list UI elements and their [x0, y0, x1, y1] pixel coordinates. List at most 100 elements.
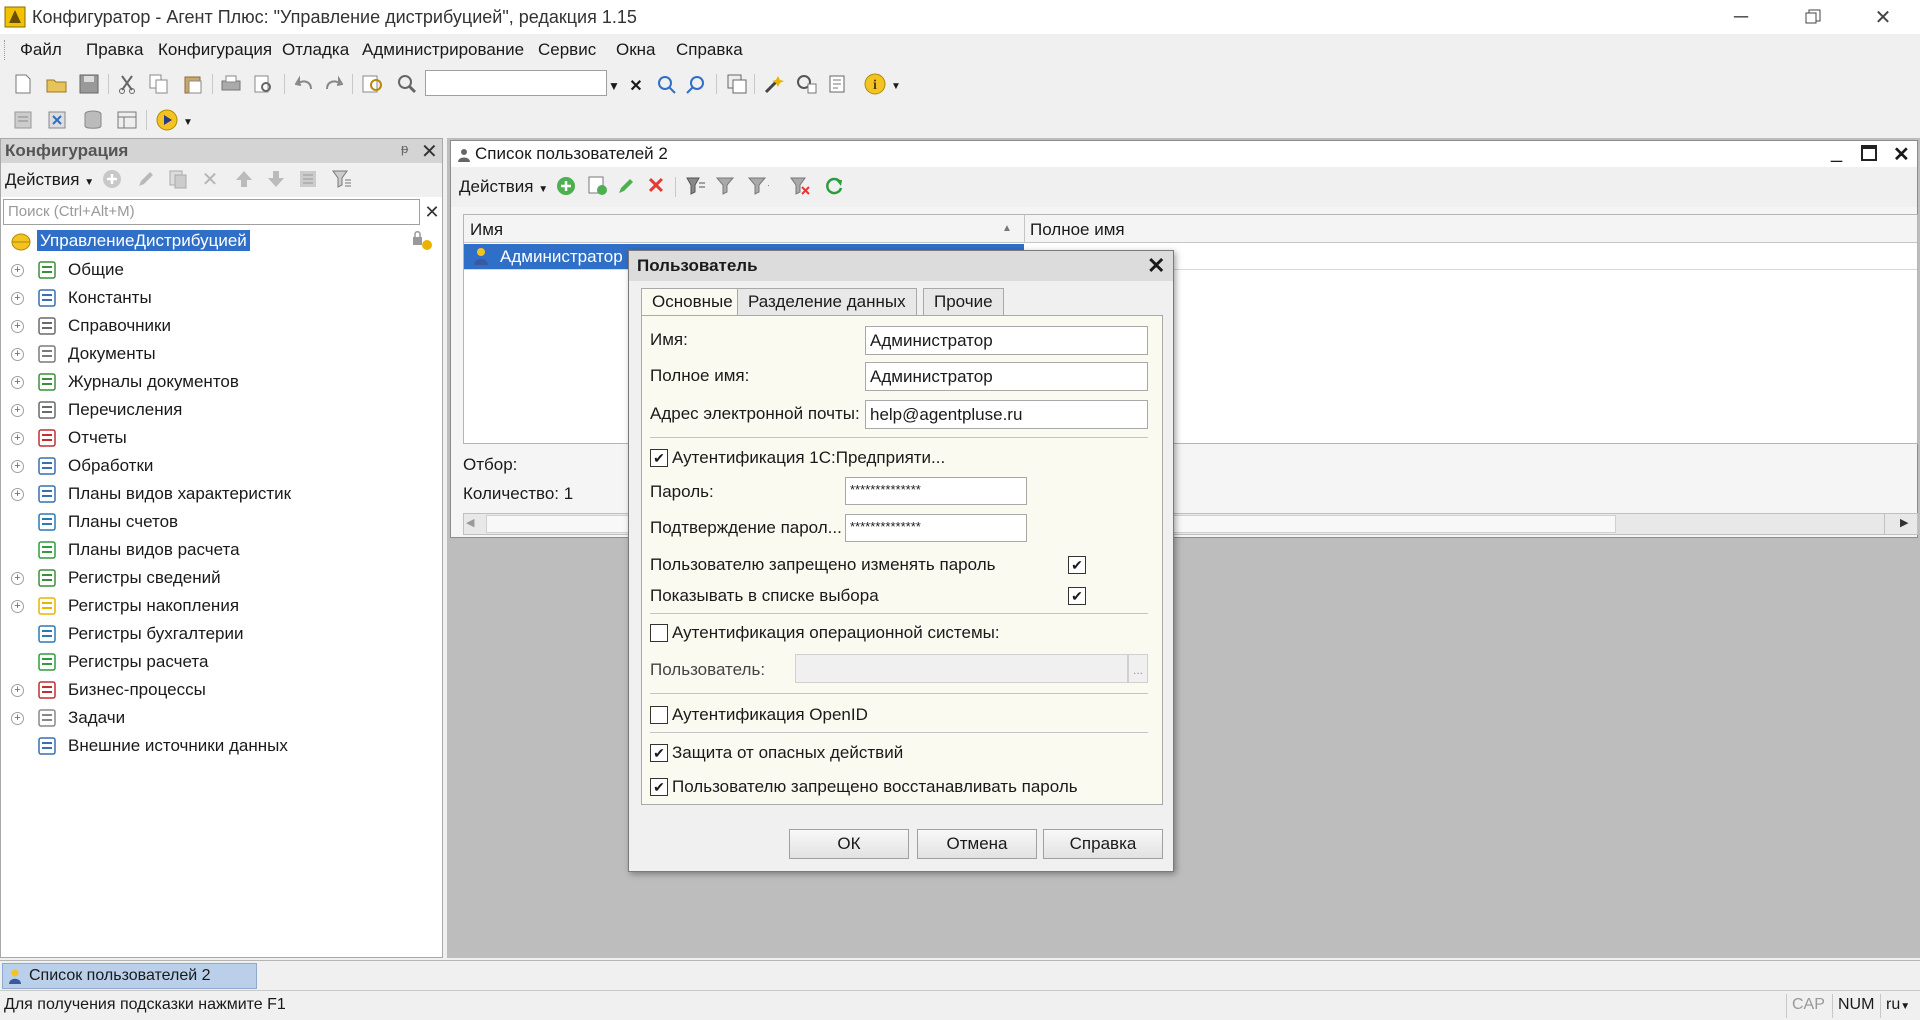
confirm-password-field[interactable]: **************: [845, 514, 1027, 542]
tree-item[interactable]: + Перечисления: [1, 396, 441, 424]
tab-main[interactable]: Основные: [641, 288, 744, 318]
close-window-button[interactable]: ✕: [1852, 0, 1914, 34]
sort-icon[interactable]: [297, 168, 319, 190]
compare-icon[interactable]: [46, 109, 68, 131]
expand-icon[interactable]: +: [11, 348, 24, 361]
menu-windows[interactable]: Окна: [616, 40, 656, 60]
list-add-icon[interactable]: [555, 175, 577, 197]
no-change-password-checkbox[interactable]: ✔: [1068, 556, 1086, 574]
find-prev-icon[interactable]: [686, 73, 708, 95]
tree-item[interactable]: Регистры бухгалтерии: [1, 620, 441, 648]
scroll-left-icon[interactable]: ◀: [466, 516, 474, 529]
search-icon[interactable]: [396, 73, 418, 95]
show-in-list-checkbox[interactable]: ✔: [1068, 587, 1086, 605]
tree-search-input[interactable]: Поиск (Ctrl+Alt+M): [3, 199, 420, 225]
list-actions-menu[interactable]: Действия ▼: [459, 177, 548, 197]
auth-openid-checkbox[interactable]: [650, 706, 668, 724]
expand-icon[interactable]: +: [11, 404, 24, 417]
search-combo-input[interactable]: [425, 70, 607, 96]
add-icon[interactable]: [101, 168, 123, 190]
actions-menu[interactable]: Действия ▼: [5, 170, 94, 190]
tree-item[interactable]: + Планы видов характеристик: [1, 480, 441, 508]
tree-item[interactable]: + Справочники: [1, 312, 441, 340]
windows-icon[interactable]: [726, 73, 748, 95]
no-restore-password-checkbox[interactable]: ✔: [650, 778, 668, 796]
list-refresh-icon[interactable]: [823, 175, 845, 197]
syntax-helper-icon[interactable]: [796, 73, 818, 95]
cut-icon[interactable]: [116, 73, 138, 95]
ok-button[interactable]: ОК: [789, 829, 909, 859]
list-filter-history-icon[interactable]: [747, 175, 769, 197]
menu-service[interactable]: Сервис: [538, 40, 596, 60]
help-button[interactable]: Справка: [1043, 829, 1163, 859]
delete-icon[interactable]: ✕: [199, 168, 221, 191]
danger-protect-checkbox[interactable]: ✔: [650, 744, 668, 762]
tree-item[interactable]: Регистры расчета: [1, 648, 441, 676]
tree-item[interactable]: + Отчеты: [1, 424, 441, 452]
expand-icon[interactable]: +: [11, 432, 24, 445]
fullname-field[interactable]: Администратор: [865, 362, 1148, 391]
tree-item[interactable]: + Регистры сведений: [1, 564, 441, 592]
open-file-icon[interactable]: [46, 73, 68, 95]
list-maximize-button[interactable]: [1861, 145, 1877, 166]
new-file-icon[interactable]: [12, 73, 34, 95]
save-icon[interactable]: [78, 73, 100, 95]
column-name-header[interactable]: Имя: [470, 220, 503, 240]
copy-icon[interactable]: [148, 73, 170, 95]
tree-item[interactable]: + Документы: [1, 340, 441, 368]
os-user-field[interactable]: [795, 654, 1128, 683]
expand-icon[interactable]: +: [11, 488, 24, 501]
move-down-icon[interactable]: [265, 168, 287, 190]
language-indicator[interactable]: ru▼: [1886, 996, 1910, 1014]
expand-icon[interactable]: +: [11, 264, 24, 277]
tree-item[interactable]: + Журналы документов: [1, 368, 441, 396]
expand-icon[interactable]: +: [11, 376, 24, 389]
list-edit-icon[interactable]: [615, 175, 637, 197]
info-icon[interactable]: i: [862, 73, 888, 95]
expand-icon[interactable]: +: [11, 572, 24, 585]
print-preview-icon[interactable]: [252, 73, 274, 95]
expand-icon[interactable]: +: [11, 460, 24, 473]
cancel-button[interactable]: Отмена: [917, 829, 1037, 859]
tree-item[interactable]: Планы счетов: [1, 508, 441, 536]
tree-item[interactable]: Планы видов расчета: [1, 536, 441, 564]
list-filter-icon[interactable]: [685, 175, 707, 197]
list-filter-clear-icon[interactable]: [789, 175, 811, 197]
find-next-icon[interactable]: [656, 73, 678, 95]
undo-icon[interactable]: [294, 73, 316, 95]
taskbar-item-users[interactable]: Список пользователей 2: [2, 963, 257, 989]
pin-icon[interactable]: ᵽ: [401, 141, 408, 156]
minimize-button[interactable]: ─: [1710, 0, 1772, 34]
tree-item[interactable]: + Обработки: [1, 452, 441, 480]
list-close-button[interactable]: ✕: [1893, 142, 1910, 167]
expand-icon[interactable]: +: [11, 292, 24, 305]
os-user-browse-button[interactable]: ...: [1128, 654, 1148, 683]
column-fullname-header[interactable]: Полное имя: [1030, 220, 1125, 240]
tree-root[interactable]: УправлениеДистрибуцией: [1, 228, 441, 256]
wizard-icon[interactable]: [764, 73, 786, 95]
copy-item-icon[interactable]: [167, 168, 189, 190]
menu-help[interactable]: Справка: [676, 40, 743, 60]
tree-item[interactable]: + Общие: [1, 256, 441, 284]
expand-icon[interactable]: +: [11, 684, 24, 697]
menu-file[interactable]: Файл: [20, 40, 62, 60]
template-icon[interactable]: [826, 73, 848, 95]
module-icon[interactable]: [12, 109, 34, 131]
panel-close-icon[interactable]: ✕: [421, 139, 438, 164]
list-delete-icon[interactable]: ✕: [645, 173, 667, 198]
tree-item[interactable]: Внешние источники данных: [1, 732, 441, 760]
restore-button[interactable]: [1782, 0, 1844, 34]
email-field[interactable]: help@agentpluse.ru: [865, 400, 1148, 429]
tree-item[interactable]: + Регистры накопления: [1, 592, 441, 620]
expand-icon[interactable]: +: [11, 320, 24, 333]
search-dropdown-icon[interactable]: ▼: [604, 74, 624, 98]
paste-icon[interactable]: [182, 73, 204, 95]
database-icon[interactable]: [82, 109, 104, 131]
password-field[interactable]: **************: [845, 477, 1027, 505]
find-in-tree-icon[interactable]: [362, 73, 384, 95]
move-up-icon[interactable]: [233, 168, 255, 190]
list-minimize-button[interactable]: _: [1831, 141, 1842, 164]
table-icon[interactable]: [116, 109, 138, 131]
menu-debug[interactable]: Отладка: [282, 40, 349, 60]
run-debug-icon[interactable]: [154, 109, 180, 131]
